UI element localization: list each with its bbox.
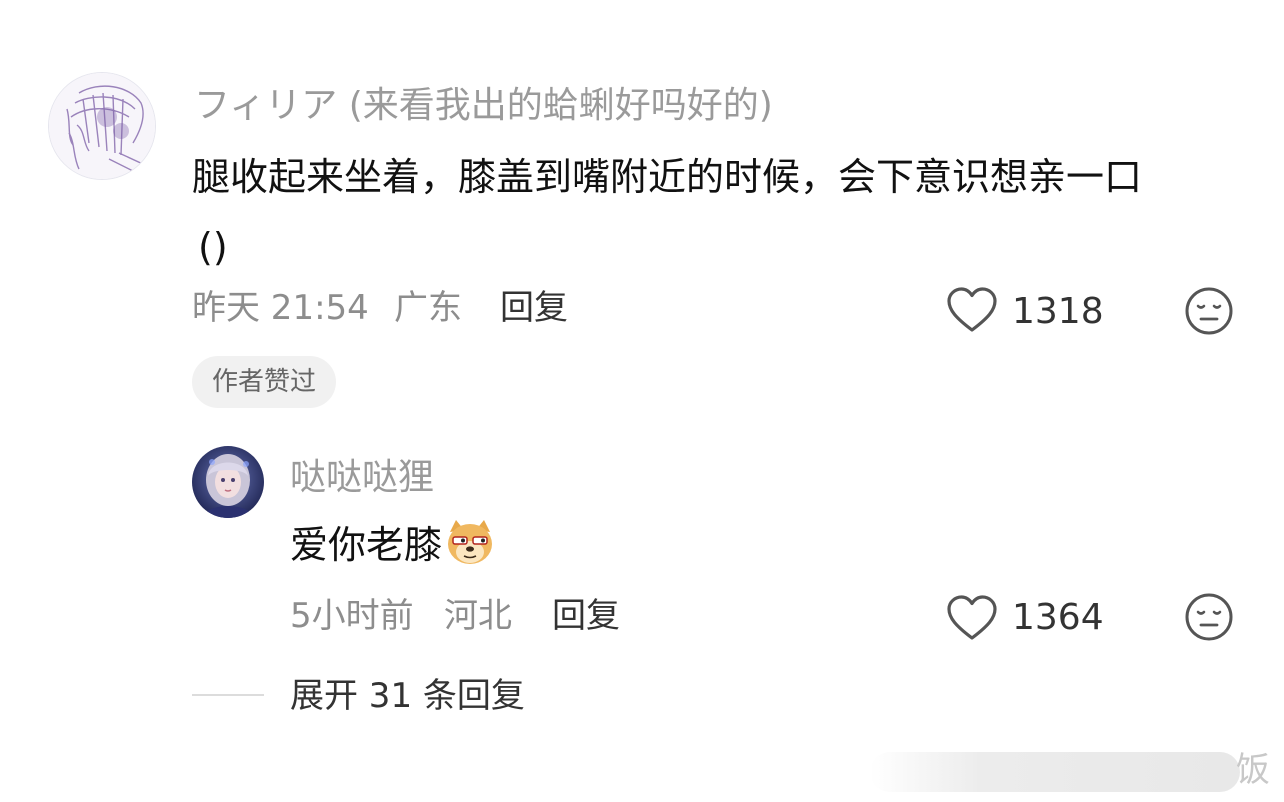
reply-avatar[interactable] — [192, 446, 264, 518]
neutral-face-icon — [1185, 593, 1233, 641]
reply-text-row: 爱你老膝 — [290, 510, 496, 588]
reply-button[interactable]: 回复 — [500, 288, 568, 328]
reply-time: 5小时前 — [290, 596, 414, 636]
like-button[interactable] — [946, 286, 998, 334]
reply-location: 河北 — [444, 596, 512, 636]
expand-divider — [192, 694, 264, 696]
watermark-bar — [870, 752, 1240, 792]
comment-text-line-2: () — [198, 225, 228, 269]
comment-location: 广东 — [394, 288, 462, 328]
reply-username[interactable]: 哒哒哒狸 — [290, 456, 434, 500]
reply-like-button[interactable] — [946, 594, 998, 642]
heart-icon — [947, 287, 997, 332]
like-count: 1318 — [1012, 291, 1104, 332]
doge-emoji-icon — [444, 518, 496, 588]
reply-reply-button[interactable]: 回复 — [552, 596, 620, 636]
reply-like-count: 1364 — [1012, 597, 1104, 638]
dislike-button[interactable] — [1184, 286, 1234, 336]
expand-replies-button[interactable]: 展开 31 条回复 — [290, 676, 525, 716]
author-liked-badge: 作者赞过 — [192, 356, 337, 408]
comment-text-line-1: 腿收起来坐着，膝盖到嘴附近的时候，会下意识想亲一口 — [192, 155, 1143, 199]
neutral-face-icon — [1185, 287, 1233, 335]
avatar-sketch-image — [49, 73, 155, 179]
heart-icon — [947, 595, 997, 640]
comment-username[interactable]: フィリア (来看我出的蛤蜊好吗好的) — [194, 84, 773, 128]
watermark-text: 饭 — [1236, 750, 1270, 790]
reply-text: 爱你老膝 — [290, 523, 443, 567]
avatar-portrait-image — [192, 446, 264, 518]
comment-time: 昨天 21:54 — [192, 288, 369, 328]
reply-dislike-button[interactable] — [1184, 592, 1234, 642]
avatar[interactable] — [48, 72, 156, 180]
